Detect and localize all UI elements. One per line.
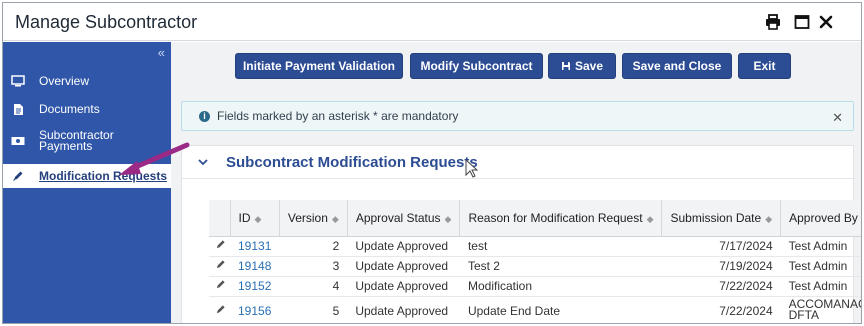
manage-subcontractor-window: Manage Subcontractor « Overview Document… xyxy=(2,2,862,324)
column-header-submission-date[interactable]: Submission Date ◆ xyxy=(661,200,782,237)
approved-by-cell: Test Admin xyxy=(780,236,861,257)
reason-cell: Modification xyxy=(459,276,662,297)
request-id-link[interactable]: 19152 xyxy=(230,276,280,297)
pencil-icon[interactable] xyxy=(209,236,230,257)
column-header-reason[interactable]: Reason for Modification Request ◆ xyxy=(459,200,663,237)
print-icon[interactable] xyxy=(763,12,783,32)
pencil-icon[interactable] xyxy=(209,256,230,277)
approved-by-cell: Test Admin xyxy=(780,256,861,277)
table-row: 19148 3 Update Approved Test 2 7/19/2024… xyxy=(209,256,861,277)
mandatory-fields-notice: i Fields marked by an asterisk * are man… xyxy=(181,101,854,131)
action-toolbar: Initiate Payment Validation Modify Subco… xyxy=(171,53,861,81)
sidebar-item-label: Overview xyxy=(39,73,90,88)
pencil-icon[interactable] xyxy=(209,296,230,323)
submission-date-cell: 7/22/2024 xyxy=(661,276,781,297)
submission-date-cell: 7/17/2024 xyxy=(661,236,781,257)
sort-icon: ◆ xyxy=(331,213,339,224)
window-title: Manage Subcontractor xyxy=(15,12,198,32)
sidebar-item-label: Subcontractor Payments xyxy=(39,128,114,153)
approval-status-cell: Update Approved xyxy=(347,236,460,257)
sidebar-item-documents[interactable]: Documents xyxy=(3,98,171,120)
request-id-link[interactable]: 19156 xyxy=(230,296,280,323)
edit-column-header xyxy=(209,200,231,237)
version-cell: 2 xyxy=(279,236,348,257)
reason-cell: Update End Date xyxy=(459,296,662,323)
info-icon: i xyxy=(199,110,210,122)
modification-requests-table: ID ◆ Version ◆ Approval Status ◆ Reason for… xyxy=(209,200,861,323)
request-id-link[interactable]: 19148 xyxy=(230,256,280,277)
sidebar-item-modification-requests[interactable]: Modification Requests xyxy=(3,164,171,188)
sidebar-item-subcontractor-payments[interactable]: Subcontractor Payments xyxy=(3,126,171,156)
notice-text: Fields marked by an asterisk * are manda… xyxy=(217,109,459,123)
reason-cell: test xyxy=(459,236,662,257)
sidebar-item-label: Modification Requests xyxy=(39,168,168,183)
document-icon xyxy=(11,102,25,116)
table-row: 19131 2 Update Approved test 7/17/2024 T… xyxy=(209,236,861,257)
version-cell: 3 xyxy=(279,256,348,277)
sort-icon: ◆ xyxy=(646,213,654,224)
close-icon[interactable] xyxy=(816,12,836,32)
section-title: Subcontract Modification Requests xyxy=(226,153,478,171)
initiate-payment-validation-button[interactable]: Initiate Payment Validation xyxy=(235,53,403,79)
save-and-close-button[interactable]: Save and Close xyxy=(622,53,732,79)
approval-status-cell: Update Approved xyxy=(347,296,460,323)
pencil-icon[interactable] xyxy=(209,276,230,297)
money-icon xyxy=(11,134,25,148)
sort-icon: ◆ xyxy=(254,213,262,224)
approval-status-cell: Update Approved xyxy=(347,276,460,297)
modify-subcontract-button[interactable]: Modify Subcontract xyxy=(410,53,543,79)
sidebar-item-label: Documents xyxy=(39,101,100,116)
sort-icon: ◆ xyxy=(765,213,773,224)
submission-date-cell: 7/19/2024 xyxy=(661,256,781,277)
table-row: 19156 5 Update Approved Update End Date … xyxy=(209,296,861,323)
request-id-link[interactable]: 19131 xyxy=(230,236,280,257)
double-chevron-left-icon[interactable]: « xyxy=(158,45,165,60)
chevron-down-icon[interactable] xyxy=(198,158,208,166)
column-header-approved-by[interactable]: Approved By xyxy=(780,200,861,237)
save-button[interactable]: Save xyxy=(548,53,616,79)
sort-icon: ◆ xyxy=(444,213,452,224)
approved-by-cell: ACCOMANAGER3DFTA xyxy=(780,296,861,323)
modification-requests-section: Subcontract Modification Requests ID ◆ Ve… xyxy=(181,145,861,323)
sidebar-item-overview[interactable]: Overview xyxy=(3,70,171,92)
approved-by-cell: Test Admin xyxy=(780,276,861,297)
approval-status-cell: Update Approved xyxy=(347,256,460,277)
exit-button[interactable]: Exit xyxy=(738,53,791,79)
version-cell: 5 xyxy=(279,296,348,323)
column-header-version[interactable]: Version ◆ xyxy=(279,200,348,237)
reason-cell: Test 2 xyxy=(459,256,662,277)
title-bar: Manage Subcontractor xyxy=(3,3,861,41)
maximize-icon[interactable] xyxy=(792,12,812,32)
version-cell: 4 xyxy=(279,276,348,297)
main-content: Initiate Payment Validation Modify Subco… xyxy=(171,42,861,323)
table-row: 19152 4 Update Approved Modification 7/2… xyxy=(209,276,861,297)
floppy-disk-icon xyxy=(561,61,571,71)
sidebar: « Overview Documents Subcontractor Payme… xyxy=(3,42,171,323)
monitor-icon xyxy=(11,74,25,88)
column-header-id[interactable]: ID ◆ xyxy=(230,200,280,237)
table-header-row: ID ◆ Version ◆ Approval Status ◆ Reason for… xyxy=(209,200,861,237)
pencil-icon xyxy=(11,169,25,183)
submission-date-cell: 7/22/2024 xyxy=(661,296,781,323)
close-icon[interactable]: ✕ xyxy=(832,110,843,126)
column-header-approval-status[interactable]: Approval Status ◆ xyxy=(347,200,461,237)
section-header: Subcontract Modification Requests xyxy=(182,146,855,179)
